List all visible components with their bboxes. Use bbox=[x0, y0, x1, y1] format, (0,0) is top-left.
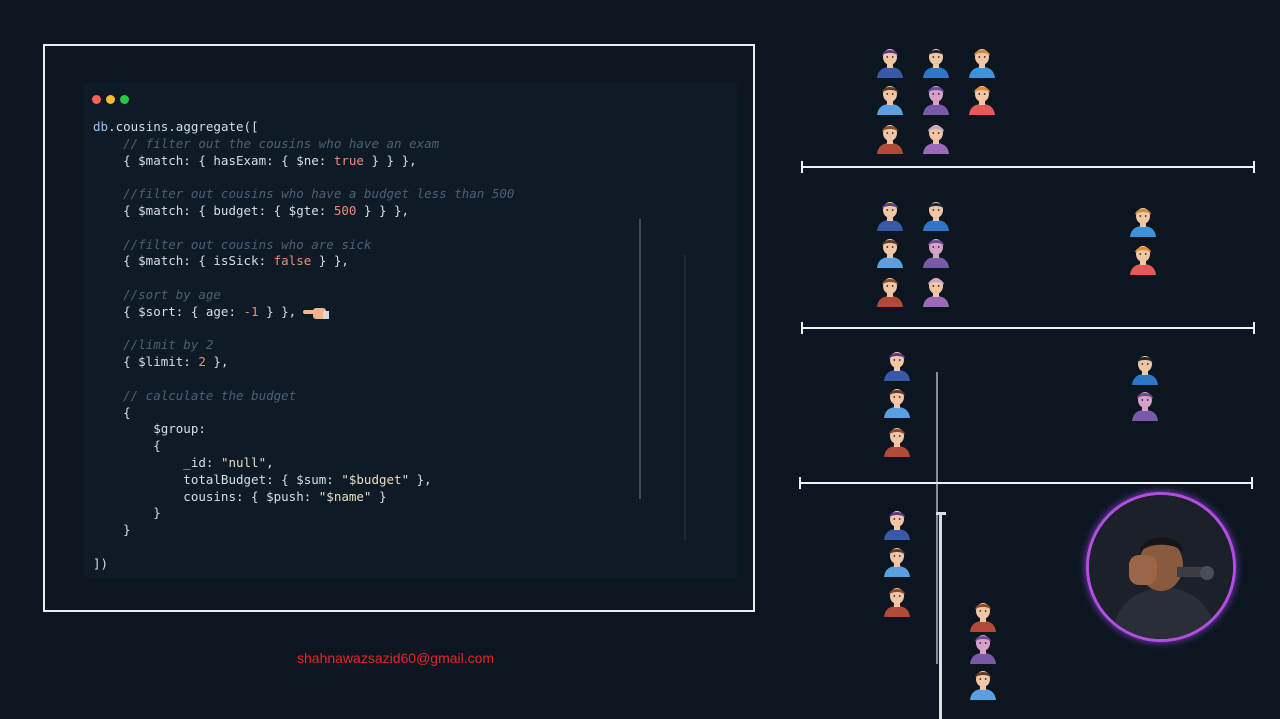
code-line: totalBudget: { $sum: "$budget" }, bbox=[93, 471, 432, 487]
stage-divider-1 bbox=[801, 161, 1255, 173]
window-maximize-dot bbox=[120, 95, 129, 104]
window-minimize-dot bbox=[106, 95, 115, 104]
person-avatar-icon bbox=[967, 46, 997, 78]
person-avatar-icon bbox=[1130, 353, 1160, 385]
person-avatar-icon bbox=[882, 545, 912, 577]
code-line: // filter out the cousins who have an ex… bbox=[93, 135, 440, 151]
code-line: { $limit: 2 }, bbox=[93, 354, 229, 370]
code-line: // calculate the budget bbox=[93, 387, 297, 403]
code-editor: db.cousins.aggregate([ // filter out the… bbox=[84, 82, 738, 578]
person-avatar-icon bbox=[1128, 243, 1158, 275]
person-avatar-icon bbox=[968, 600, 998, 632]
contact-email: shahnawazsazid60@gmail.com bbox=[297, 650, 495, 666]
person-avatar-icon bbox=[875, 122, 905, 154]
person-avatar-icon bbox=[1130, 389, 1160, 421]
person-avatar-icon bbox=[921, 236, 951, 268]
person-avatar-icon bbox=[1128, 205, 1158, 237]
code-line: db.cousins.aggregate([ bbox=[93, 119, 259, 134]
code-line: { $match: { isSick: false } }, bbox=[93, 253, 349, 269]
code-line: { bbox=[123, 404, 131, 420]
person-avatar-icon bbox=[921, 122, 951, 154]
code-block: db.cousins.aggregate([ // filter out the… bbox=[93, 119, 514, 573]
code-line: //sort by age bbox=[93, 286, 221, 302]
stage-divider-3 bbox=[799, 477, 1253, 489]
person-avatar-icon bbox=[882, 508, 912, 540]
scroll-guide bbox=[684, 255, 686, 540]
flow-line bbox=[939, 512, 942, 719]
webcam-overlay bbox=[1086, 492, 1236, 642]
person-avatar-icon bbox=[875, 199, 905, 231]
person-avatar-icon bbox=[967, 83, 997, 115]
person-avatar-icon bbox=[921, 46, 951, 78]
code-line: //limit by 2 bbox=[93, 337, 214, 353]
code-line: cousins: { $push: "$name" } bbox=[93, 488, 387, 504]
code-line: _id: "null", bbox=[93, 454, 274, 470]
code-line: { $match: { budget: { $gte: 500 } } }, bbox=[93, 202, 410, 218]
indent-guide bbox=[639, 219, 641, 499]
code-line: } bbox=[123, 522, 131, 538]
code-line: } bbox=[153, 505, 161, 521]
person-avatar-icon bbox=[921, 199, 951, 231]
code-line: { $sort: { age: -1 } }, bbox=[93, 303, 297, 319]
person-avatar-icon bbox=[921, 275, 951, 307]
pointing-hand-icon bbox=[303, 305, 329, 325]
code-line: $group: bbox=[153, 421, 206, 437]
person-avatar-icon bbox=[968, 668, 998, 700]
flow-line bbox=[936, 372, 938, 664]
person-avatar-icon bbox=[921, 83, 951, 115]
person-avatar-icon bbox=[875, 83, 905, 115]
person-avatar-icon bbox=[875, 236, 905, 268]
code-line: ]) bbox=[93, 555, 109, 571]
person-avatar-icon bbox=[882, 425, 912, 457]
stage-divider-2 bbox=[801, 322, 1255, 334]
person-avatar-icon bbox=[882, 386, 912, 418]
code-line: //filter out cousins who have a budget l… bbox=[93, 186, 515, 202]
person-avatar-icon bbox=[968, 632, 998, 664]
person-avatar-icon bbox=[875, 46, 905, 78]
code-line: { bbox=[153, 438, 161, 454]
person-avatar-icon bbox=[875, 275, 905, 307]
person-avatar-icon bbox=[882, 585, 912, 617]
code-line: { $match: { hasExam: { $ne: true } } }, bbox=[93, 152, 417, 168]
window-close-dot bbox=[92, 95, 101, 104]
person-avatar-icon bbox=[882, 349, 912, 381]
flow-line-cap bbox=[936, 512, 946, 515]
code-line: //filter out cousins who are sick bbox=[93, 236, 372, 252]
